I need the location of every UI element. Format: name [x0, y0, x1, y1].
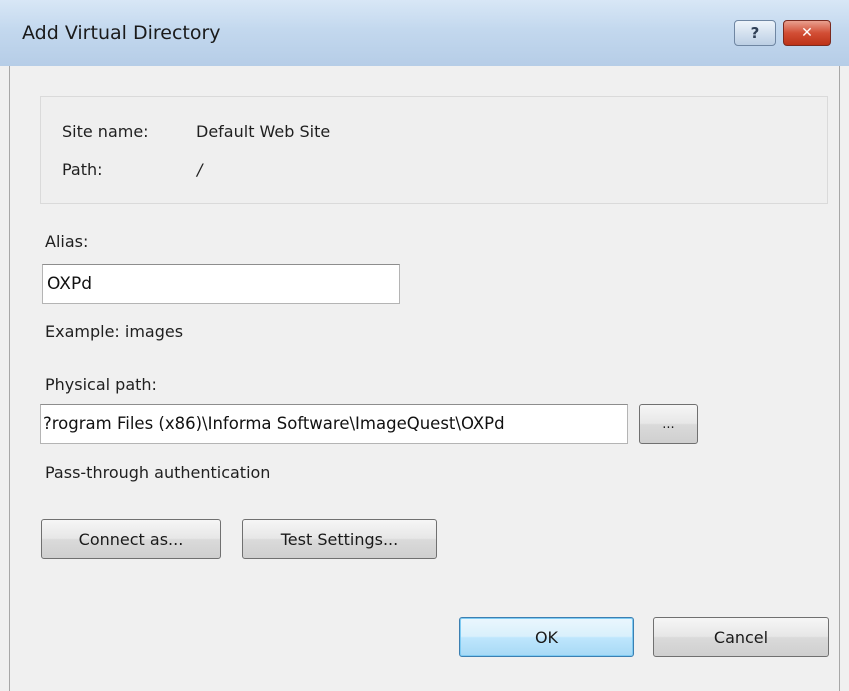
physical-path-label: Physical path: [45, 375, 157, 394]
path-value: / [197, 160, 203, 179]
ok-button-label: OK [534, 627, 559, 647]
browse-button-label: ... [662, 416, 675, 432]
dialog-title: Add Virtual Directory [22, 22, 221, 44]
close-button[interactable]: ✕ [783, 20, 831, 46]
physical-path-input[interactable]: ?rogram Files (x86)\Informa Software\Ima… [40, 404, 628, 444]
ok-button[interactable]: OK [459, 617, 634, 657]
alias-label: Alias: [45, 232, 89, 251]
pass-through-authentication-label: Pass-through authentication [45, 463, 271, 482]
connect-as-button-label: Connect as... [78, 529, 184, 549]
cancel-button-label: Cancel [713, 627, 769, 647]
help-icon: ? [750, 24, 760, 42]
alias-example-hint: Example: images [45, 322, 184, 341]
site-name-value: Default Web Site [196, 122, 331, 141]
test-settings-button-label: Test Settings... [280, 529, 399, 549]
connect-as-button[interactable]: Connect as... [41, 519, 221, 559]
site-name-label: Site name: [62, 122, 149, 141]
cancel-button[interactable]: Cancel [653, 617, 829, 657]
add-virtual-directory-dialog: Add Virtual Directory ? ✕ Site name: Def… [0, 0, 849, 691]
title-bar[interactable]: Add Virtual Directory ? ✕ [0, 0, 849, 66]
path-label: Path: [62, 160, 103, 179]
alias-input[interactable]: OXPd [42, 264, 400, 304]
test-settings-button[interactable]: Test Settings... [242, 519, 437, 559]
site-info-panel [40, 96, 828, 204]
help-button[interactable]: ? [734, 20, 776, 46]
close-icon: ✕ [801, 25, 813, 41]
browse-button[interactable]: ... [639, 404, 698, 444]
